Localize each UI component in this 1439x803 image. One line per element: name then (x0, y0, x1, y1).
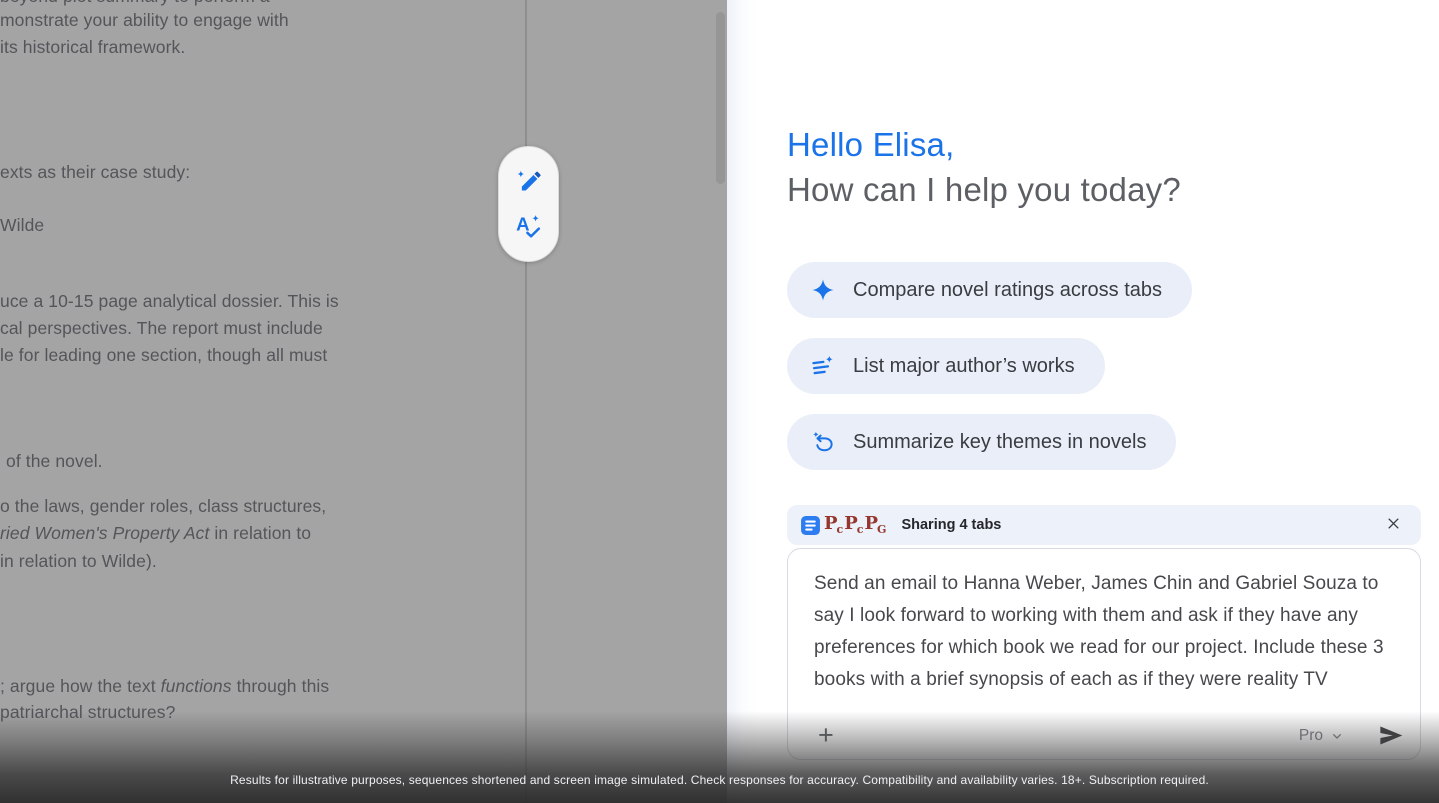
pencil-spark-icon (515, 167, 542, 197)
help-me-write-button[interactable] (514, 167, 544, 197)
document-text-line: le for leading one section, though all m… (0, 345, 327, 366)
document-text-line: in relation to Wilde). (0, 551, 157, 572)
greeting-question: How can I help you today? (787, 167, 1181, 212)
document-text-line: o the laws, gender roles, class structur… (0, 496, 326, 517)
document-text-line: cal perspectives. The report must includ… (0, 318, 323, 339)
document-text-line: of the novel. (6, 451, 103, 472)
document-text-line: ; argue how the text functions through t… (0, 676, 329, 697)
ai-writing-toolbar: A (498, 146, 559, 262)
loop-spark-icon (811, 430, 835, 454)
gutenberg-favicon-icon: Pc (824, 515, 843, 536)
suggestion-chips: Compare novel ratings across tabs List m… (787, 262, 1192, 470)
document-text-line: its historical framework. (0, 37, 185, 58)
gutenberg-favicon-icon: PG (865, 515, 887, 536)
document-page-edge (525, 0, 527, 803)
sharing-tabs-label: Sharing 4 tabs (901, 517, 1382, 533)
chip-summarize-themes[interactable]: Summarize key themes in novels (787, 414, 1176, 470)
gutenberg-favicon-icon: Pc (844, 515, 863, 536)
chip-list-works[interactable]: List major author’s works (787, 338, 1105, 394)
google-docs-favicon-icon (800, 515, 821, 536)
a-spark-check-icon: A (515, 212, 542, 242)
greeting: Hello Elisa, How can I help you today? (787, 122, 1181, 212)
prompt-input[interactable]: Send an email to Hanna Weber, James Chin… (788, 549, 1420, 696)
shared-tab-favicons: Pc Pc PG (800, 515, 886, 536)
document-text-line: Wilde (0, 215, 44, 236)
document-text-line: monstrate your ability to engage with (0, 10, 289, 31)
chip-label: Summarize key themes in novels (853, 431, 1146, 454)
document-text-line: exts as their case study: (0, 162, 190, 183)
list-spark-icon (811, 354, 835, 378)
close-sharing-button[interactable] (1382, 512, 1405, 538)
chip-label: List major author’s works (853, 355, 1075, 378)
document-text-line: uce a 10-15 page analytical dossier. Thi… (0, 291, 339, 312)
gemini-side-panel: Hello Elisa, How can I help you today? C… (727, 0, 1439, 803)
screen: beyond plot summary to perform a monstra… (0, 0, 1439, 803)
document-text-line: beyond plot summary to perform a (0, 0, 270, 7)
bottom-gradient-overlay (0, 711, 1439, 803)
proofread-button[interactable]: A (514, 212, 544, 242)
chip-compare-ratings[interactable]: Compare novel ratings across tabs (787, 262, 1192, 318)
svg-text:A: A (516, 213, 529, 234)
dimmed-document-page: beyond plot summary to perform a monstra… (0, 0, 727, 803)
chip-label: Compare novel ratings across tabs (853, 279, 1162, 302)
document-scrollbar-thumb[interactable] (716, 12, 725, 184)
greeting-name: Hello Elisa, (787, 122, 1181, 167)
sharing-tabs-bar: Pc Pc PG Sharing 4 tabs (787, 505, 1421, 545)
document-text-line: ried Women's Property Act in relation to (0, 523, 311, 544)
spark-icon (811, 278, 835, 302)
disclaimer-text: Results for illustrative purposes, seque… (0, 773, 1439, 787)
close-icon (1386, 516, 1401, 534)
